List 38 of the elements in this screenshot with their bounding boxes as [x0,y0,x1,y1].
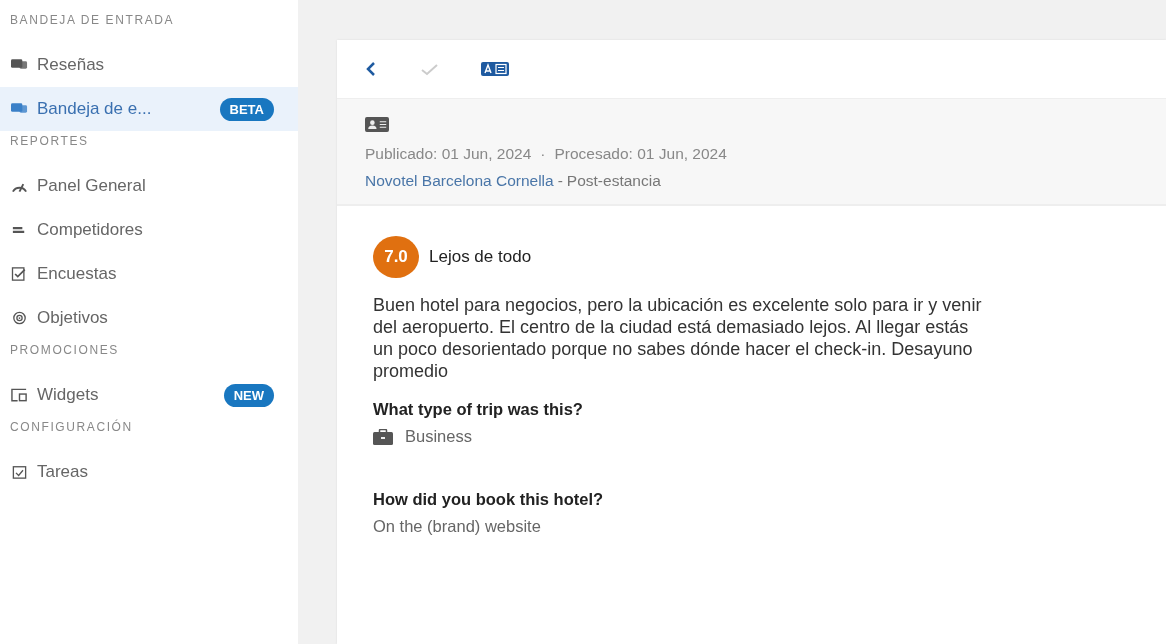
widget-icon [11,388,28,402]
processed-date: Procesado: 01 Jun, 2024 [554,145,727,162]
chat-icon [11,102,28,116]
stage-label: Post-estancia [566,172,661,189]
answer: Business [405,427,472,446]
question: What type of trip was this? [373,400,584,419]
badge: BETA [219,97,274,121]
sidebar-item[interactable]: Tareas [0,450,298,494]
check-icon[interactable] [419,61,439,77]
translate-icon[interactable] [481,61,509,77]
section-heading: PROMOCIONES [9,342,120,359]
answer: On the (brand) website [373,517,541,536]
review-title: Lejos de todo [429,247,532,267]
survey-icon [11,267,28,281]
separator: - [557,172,563,189]
sidebar-item[interactable]: Encuestas [0,252,298,296]
section-heading: CONFIGURACIÓN [9,418,134,436]
sidebar-item[interactable]: Bandeja de e... BETA [0,87,298,131]
section-heading: BANDEJA DE ENTRADA [9,12,176,29]
checkbox-icon [11,465,28,479]
sidebar-item[interactable]: Panel General [0,164,298,208]
sidebar-item[interactable]: Objetivos [0,296,298,340]
hotel-link[interactable]: Novotel Barcelona Cornella [365,172,554,189]
sidebar-item[interactable]: Competidores [0,208,298,252]
badge: NEW [223,383,274,407]
back-icon[interactable] [365,61,377,77]
briefcase-icon [373,428,393,445]
sidebar-item[interactable]: Widgets NEW [0,373,298,417]
target-icon [11,311,28,325]
score-badge: 7.0 [373,236,419,278]
review-text: Buen hotel para negocios, pero la ubicación es excelente solo para ir y venir del aeropuerto. El centro de la ciudad está demasiado lejos. Al llegar estás un poco desorientado porque no sabes dónde hacer el check-in. Desayuno promedio [373,294,983,382]
section-heading: REPORTES [9,133,90,150]
chat-icon [11,58,28,72]
sidebar-item[interactable]: Reseñas [0,43,298,87]
separator: · [540,145,546,162]
question: How did you book this hotel? [373,490,605,509]
id-card-icon [365,117,389,132]
published-date: Publicado: 01 Jun, 2024 [365,145,532,162]
